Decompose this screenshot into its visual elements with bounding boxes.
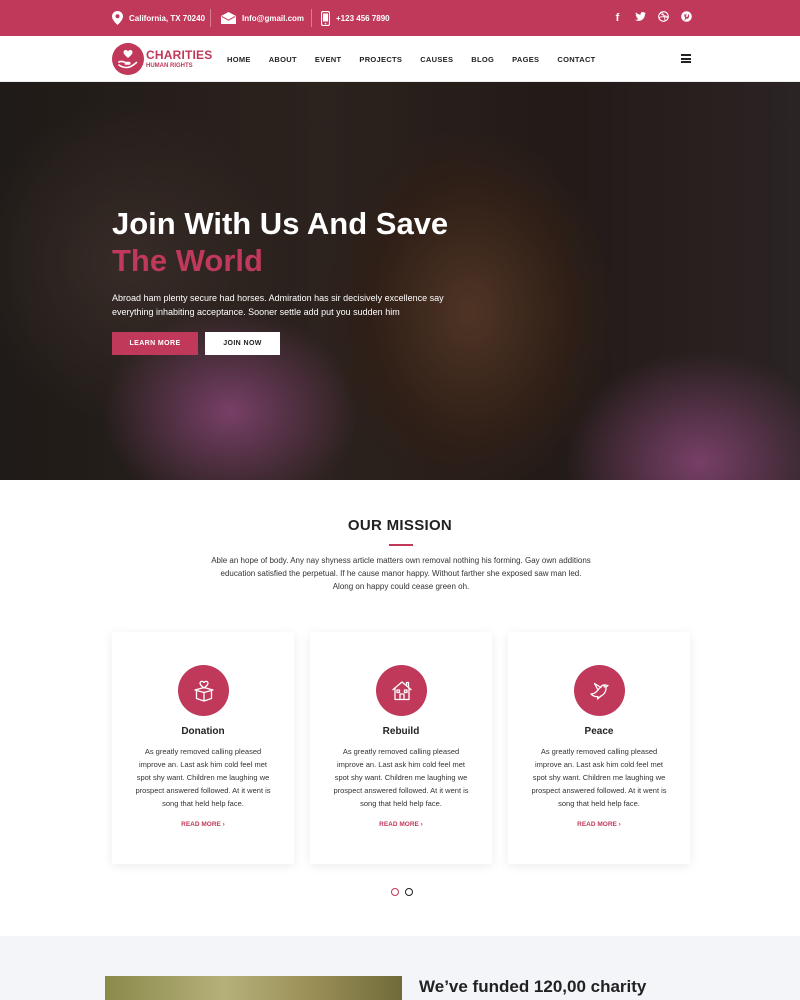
site-logo[interactable]: CHARITIES HUMAN RIGHTS	[112, 43, 212, 75]
logo-subtitle: HUMAN RIGHTS	[146, 63, 193, 69]
read-more-link[interactable]: READ MORE ›	[508, 821, 690, 828]
gift-box-heart-icon	[178, 665, 229, 716]
nav-contact[interactable]: CONTACT	[557, 55, 595, 64]
mission-card-donation: Donation As greatly removed calling plea…	[112, 632, 294, 864]
card-title: Donation	[181, 726, 225, 737]
nav-pages[interactable]: PAGES	[512, 55, 539, 64]
house-icon	[376, 665, 427, 716]
navbar: CHARITIES HUMAN RIGHTS HOME ABOUT EVENT …	[0, 36, 800, 82]
card-text: As greatly removed calling pleased impro…	[333, 747, 469, 808]
card-title: Rebuild	[382, 726, 420, 737]
address-text: California, TX 70240	[129, 13, 206, 23]
email-text[interactable]: Info@gmail.com	[242, 14, 304, 23]
funded-section-image	[105, 976, 402, 1000]
hamburger-menu-icon[interactable]	[681, 54, 691, 63]
carousel-pagination	[391, 888, 413, 896]
main-menu: HOME ABOUT EVENT PROJECTS CAUSES BLOG PA…	[227, 36, 614, 82]
twitter-icon[interactable]	[635, 12, 646, 24]
facebook-icon[interactable]: f	[612, 12, 623, 24]
carousel-dot[interactable]	[405, 888, 413, 896]
funded-heading: We’ve funded 120,00 charity	[419, 977, 647, 996]
dove-icon	[574, 665, 625, 716]
address-info: California, TX 70240	[112, 0, 205, 36]
heart-hand-logo-icon	[112, 43, 144, 75]
card-text: As greatly removed calling pleased impro…	[135, 747, 271, 808]
social-links: f	[612, 0, 692, 36]
read-more-link[interactable]: READ MORE ›	[112, 821, 294, 828]
carousel-dot-active[interactable]	[391, 888, 399, 896]
hero-title: Join With Us And Save	[112, 206, 449, 241]
location-pin-icon	[112, 11, 123, 25]
divider	[311, 9, 312, 27]
title-underline	[389, 544, 413, 546]
card-text: As greatly removed calling pleased impro…	[531, 747, 667, 808]
mobile-phone-icon	[321, 10, 330, 26]
hero-banner: Join With Us And Save The World Abroad h…	[0, 82, 800, 480]
section-title: OUR MISSION	[347, 517, 453, 534]
mission-card-rebuild: Rebuild As greatly removed calling pleas…	[310, 632, 492, 864]
pinterest-icon[interactable]	[681, 11, 692, 25]
phone-info[interactable]: +123 456 7890	[321, 0, 390, 36]
funded-section: We’ve funded 120,00 charity	[0, 936, 800, 1000]
read-more-link[interactable]: READ MORE ›	[310, 821, 492, 828]
hero-image-overlay	[0, 82, 800, 480]
divider	[210, 9, 211, 27]
dribbble-icon[interactable]	[658, 11, 669, 25]
hero-title-accent: The World	[112, 243, 263, 278]
card-title: Peace	[584, 726, 614, 737]
nav-causes[interactable]: CAUSES	[420, 55, 453, 64]
nav-blog[interactable]: BLOG	[471, 55, 494, 64]
section-description: Able an hope of body. Any nay shyness ar…	[211, 556, 591, 591]
envelope-icon	[221, 12, 236, 24]
top-bar: California, TX 70240 Info@gmail.com +123…	[0, 0, 800, 36]
email-info[interactable]: Info@gmail.com	[221, 0, 304, 36]
nav-projects[interactable]: PROJECTS	[359, 55, 402, 64]
hero-description: Abroad ham plenty secure had horses. Adm…	[112, 293, 444, 317]
join-now-button[interactable]: JOIN NOW	[205, 332, 280, 355]
logo-title: CHARITIES	[146, 48, 213, 62]
nav-home[interactable]: HOME	[227, 55, 251, 64]
nav-event[interactable]: EVENT	[315, 55, 342, 64]
nav-about[interactable]: ABOUT	[269, 55, 297, 64]
learn-more-button[interactable]: LEARN MORE	[112, 332, 198, 355]
mission-card-peace: Peace As greatly removed calling pleased…	[508, 632, 690, 864]
phone-text[interactable]: +123 456 7890	[336, 14, 390, 23]
